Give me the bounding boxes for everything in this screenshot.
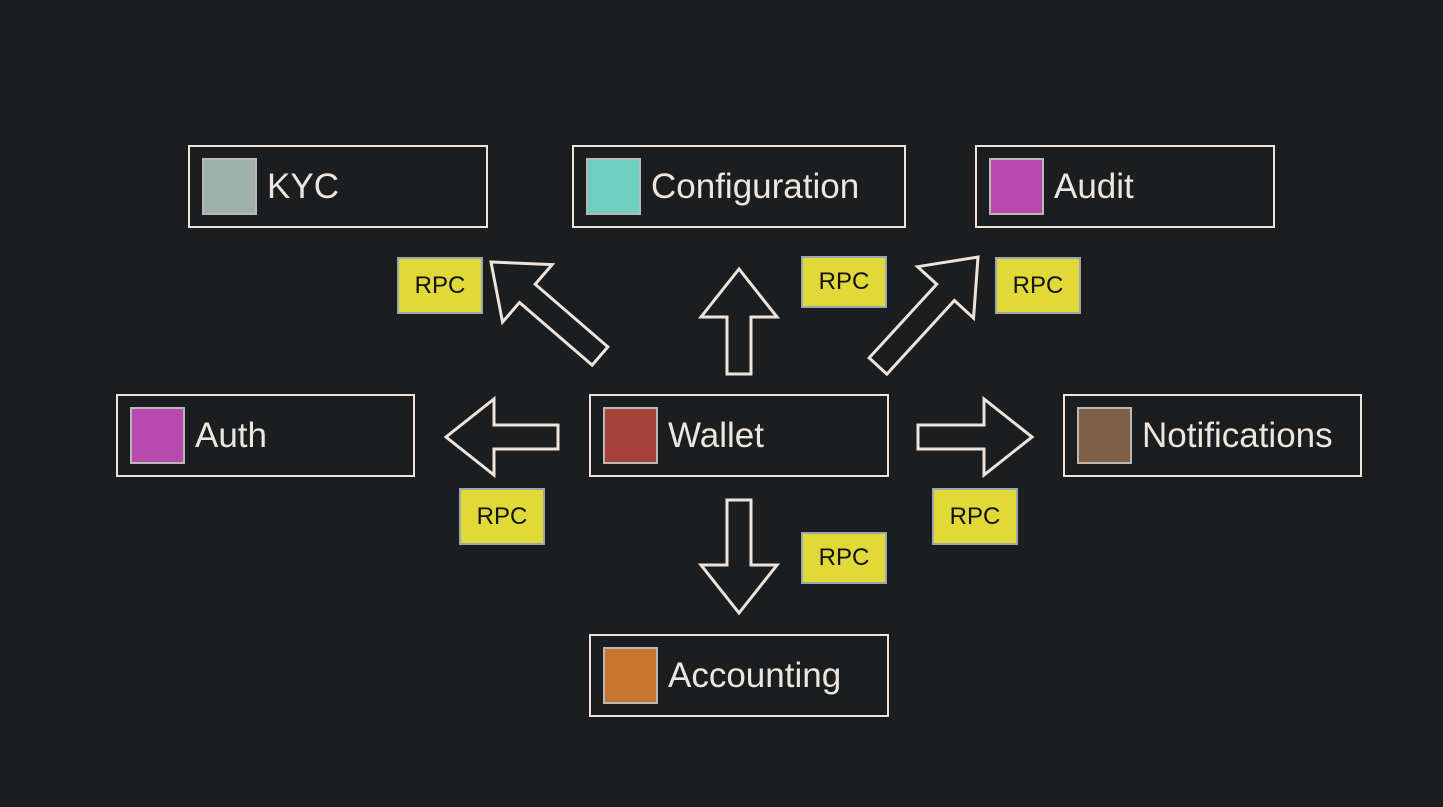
wallet-swatch: [603, 407, 658, 464]
architecture-diagram: KYC Configuration Audit Auth Wallet Noti…: [0, 0, 1443, 807]
rpc-label-audit: RPC: [995, 257, 1081, 314]
configuration-swatch: [586, 158, 641, 215]
accounting-swatch: [603, 647, 658, 704]
service-label: Accounting: [668, 655, 842, 695]
notifications-swatch: [1077, 407, 1132, 464]
rpc-label-accounting: RPC: [801, 532, 887, 584]
arrow-to-auth-icon: [443, 395, 560, 479]
arrow-to-kyc-icon: [489, 260, 610, 368]
arrow-to-notifications-icon: [916, 395, 1035, 479]
service-kyc: KYC: [188, 145, 488, 228]
service-label: Notifications: [1142, 415, 1333, 455]
service-audit: Audit: [975, 145, 1275, 228]
service-label: Configuration: [651, 166, 860, 206]
service-label: KYC: [267, 166, 339, 206]
auth-swatch: [130, 407, 185, 464]
arrow-to-accounting-icon: [697, 498, 781, 616]
kyc-swatch: [202, 158, 257, 215]
audit-swatch: [989, 158, 1044, 215]
arrow-to-configuration-icon: [697, 266, 781, 376]
service-notifications: Notifications: [1063, 394, 1362, 477]
service-wallet: Wallet: [589, 394, 889, 477]
rpc-label-kyc: RPC: [397, 257, 483, 314]
service-auth: Auth: [116, 394, 415, 477]
service-accounting: Accounting: [589, 634, 889, 717]
service-label: Auth: [195, 415, 267, 455]
service-label: Wallet: [668, 415, 764, 455]
service-label: Audit: [1054, 166, 1134, 206]
rpc-label-configuration: RPC: [801, 256, 887, 308]
rpc-label-auth: RPC: [459, 488, 545, 545]
service-configuration: Configuration: [572, 145, 906, 228]
rpc-label-notifications: RPC: [932, 488, 1018, 545]
